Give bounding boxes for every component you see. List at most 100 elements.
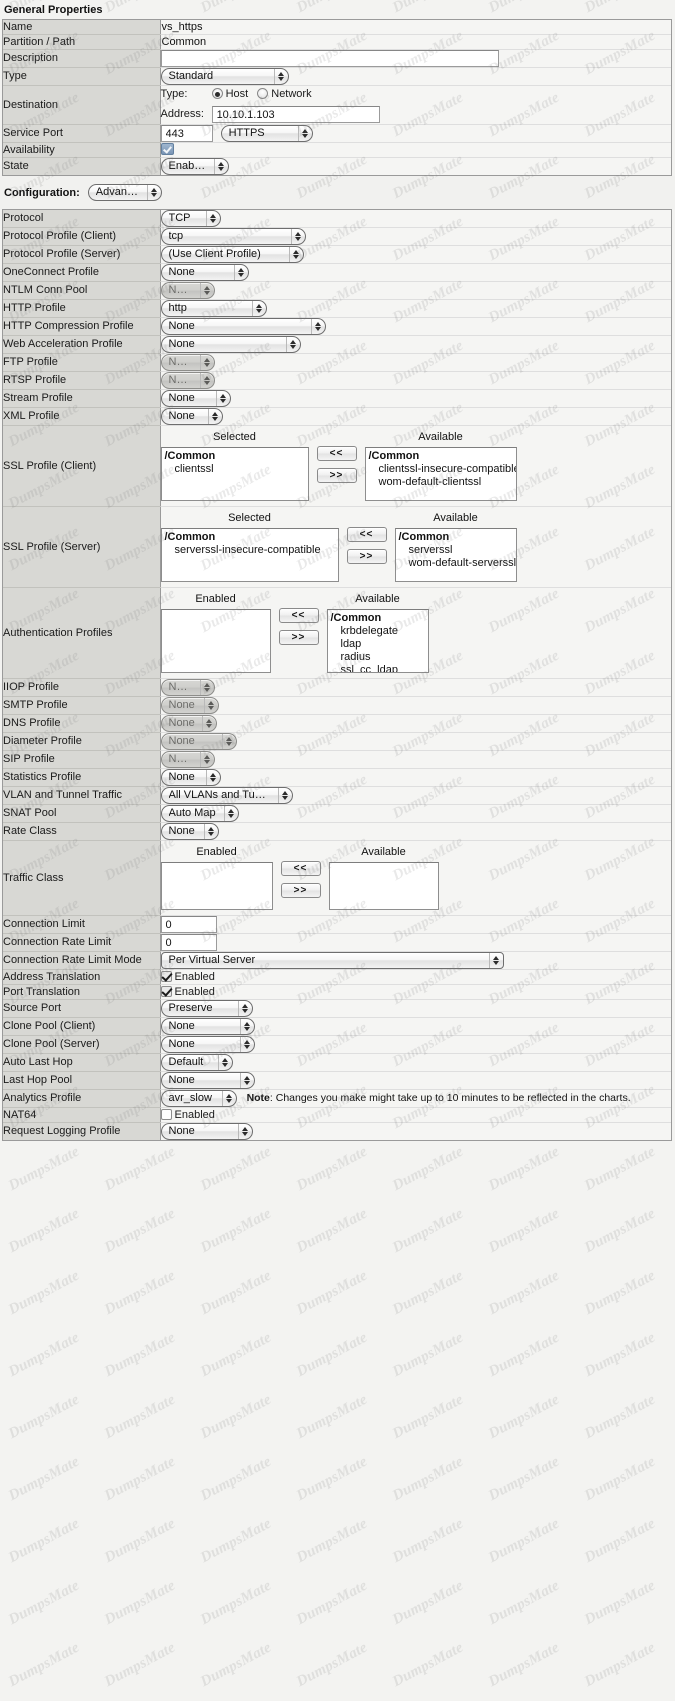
list-item[interactable]: wom-default-clientssl	[369, 476, 513, 489]
destination-host-radio[interactable]	[211, 88, 223, 99]
list-item[interactable]: wom-default-serverssl	[399, 557, 516, 570]
ssl-server-move-left-button[interactable]: <<	[346, 527, 387, 542]
connection-rate-limit-mode-select[interactable]: Per Virtual Server	[160, 952, 504, 969]
ssl-server-available-listbox[interactable]: /Common serverssl wom-default-serverssl	[394, 528, 517, 582]
row-ntlm-conn-pool: NTLM Conn Pool None	[3, 281, 671, 300]
row-connection-limit: Connection Limit	[3, 915, 671, 934]
watermark-text: DumpsMate	[6, 1577, 83, 1629]
label-port-translation: Port Translation	[3, 984, 161, 1000]
vlan-tunnel-traffic-select[interactable]: All VLANs and Tunnels	[160, 787, 293, 804]
list-item[interactable]: clientssl	[165, 463, 305, 476]
destination-address-input[interactable]	[211, 106, 380, 123]
list-item[interactable]: ldap	[331, 638, 425, 651]
watermark-text: DumpsMate	[486, 1453, 563, 1505]
configuration-label: Configuration:	[4, 186, 80, 199]
row-snat-pool: SNAT Pool Auto Map	[3, 804, 671, 823]
label-type: Type	[3, 67, 161, 86]
oneconnect-profile-select[interactable]: None	[160, 264, 249, 281]
ssl-client-transfer-buttons: << >>	[309, 430, 365, 483]
address-translation-checkbox-label: Enabled	[174, 971, 215, 983]
web-acceleration-profile-value: None	[168, 338, 195, 350]
watermark-text: DumpsMate	[390, 1577, 467, 1629]
label-http-profile: HTTP Profile	[3, 299, 161, 318]
updown-arrows-icon	[215, 391, 229, 406]
description-input[interactable]	[160, 50, 499, 67]
list-item[interactable]: krbdelegate	[331, 625, 425, 638]
protocol-profile-server-select[interactable]: (Use Client Profile)	[160, 246, 304, 263]
traffic-class-enabled-listbox[interactable]	[160, 862, 273, 910]
updown-arrows-icon	[233, 265, 247, 280]
ssl-server-selected-listbox[interactable]: /Common serverssl-insecure-compatible	[160, 528, 339, 582]
auth-profiles-available-listbox[interactable]: /Common krbdelegate ldap radius ssl_cc_l…	[326, 609, 429, 673]
traffic-class-move-right-button[interactable]: >>	[280, 883, 321, 898]
statistics-profile-select[interactable]: None	[160, 769, 221, 786]
list-item[interactable]: clientssl-insecure-compatible	[369, 463, 516, 476]
row-address-translation: Address Translation Enabled	[3, 969, 671, 985]
ssl-client-move-left-button[interactable]: <<	[316, 446, 357, 461]
label-protocol: Protocol	[3, 210, 161, 228]
auth-profiles-move-right-button[interactable]: >>	[278, 630, 319, 645]
ftp-profile-value: None	[168, 356, 195, 368]
auth-profiles-move-left-button[interactable]: <<	[278, 608, 319, 623]
protocol-profile-client-select[interactable]: tcp	[160, 228, 306, 245]
source-port-select[interactable]: Preserve	[160, 1000, 253, 1017]
last-hop-pool-value: None	[168, 1074, 195, 1086]
watermark-text: DumpsMate	[390, 1515, 467, 1567]
list-item[interactable]: radius	[331, 651, 425, 664]
traffic-class-move-left-button[interactable]: <<	[280, 861, 321, 876]
watermark-text: DumpsMate	[102, 1205, 179, 1257]
address-translation-checkbox[interactable]	[160, 971, 172, 982]
last-hop-pool-select[interactable]: None	[160, 1072, 255, 1089]
nat64-checkbox[interactable]	[160, 1109, 172, 1120]
clone-pool-server-select[interactable]: None	[160, 1036, 255, 1053]
row-http-compression-profile: HTTP Compression Profile None	[3, 317, 671, 336]
updown-arrows-icon	[199, 355, 213, 370]
watermark-text: DumpsMate	[6, 1205, 83, 1257]
connection-rate-limit-input[interactable]	[160, 934, 217, 951]
ssl-server-move-right-button[interactable]: >>	[346, 549, 387, 564]
oneconnect-profile-value: None	[168, 266, 195, 278]
auto-last-hop-select[interactable]: Default	[160, 1054, 233, 1071]
xml-profile-select[interactable]: None	[160, 408, 223, 425]
label-ssl-profile-server: SSL Profile (Server)	[3, 506, 161, 588]
auth-profiles-enabled-listbox[interactable]	[160, 609, 271, 673]
stream-profile-value: None	[168, 392, 195, 404]
snat-pool-select[interactable]: Auto Map	[160, 805, 239, 822]
label-source-port: Source Port	[3, 999, 161, 1018]
clone-pool-client-select[interactable]: None	[160, 1018, 255, 1035]
ssl-client-available-listbox[interactable]: /Common clientssl-insecure-compatible wo…	[364, 447, 517, 501]
traffic-class-available-listbox[interactable]	[328, 862, 439, 910]
ssl-client-selected-listbox[interactable]: /Common clientssl	[160, 447, 309, 501]
row-partition: Partition / Path Common	[3, 34, 671, 50]
destination-network-radio[interactable]	[257, 88, 269, 99]
port-translation-checkbox[interactable]	[160, 986, 172, 997]
service-port-protocol-select[interactable]: HTTPS	[220, 125, 313, 142]
service-port-input[interactable]	[160, 125, 213, 142]
list-item[interactable]: serverssl	[399, 544, 513, 557]
request-logging-profile-value: None	[168, 1125, 195, 1137]
analytics-profile-select[interactable]: avr_slow	[160, 1090, 237, 1107]
state-select[interactable]: Enabled	[160, 158, 229, 175]
type-select[interactable]: Standard	[160, 68, 289, 85]
configuration-level-select[interactable]: Advanced	[87, 184, 162, 201]
connection-limit-input[interactable]	[160, 916, 217, 933]
label-dns-profile: DNS Profile	[3, 714, 161, 733]
traffic-class-dual-list: Enabled << >> Available	[160, 841, 672, 915]
list-item[interactable]: serverssl-insecure-compatible	[165, 544, 335, 557]
label-rate-class: Rate Class	[3, 822, 161, 841]
ssl-client-move-right-button[interactable]: >>	[316, 468, 357, 483]
ssl-client-available-column: Available /Common clientssl-insecure-com…	[364, 430, 517, 501]
web-acceleration-profile-select[interactable]: None	[160, 336, 301, 353]
stream-profile-select[interactable]: None	[160, 390, 231, 407]
http-profile-select[interactable]: http	[160, 300, 267, 317]
row-name: Name vs_https	[3, 20, 671, 35]
watermark-text: DumpsMate	[486, 1329, 563, 1381]
rate-class-select[interactable]: None	[160, 823, 219, 840]
protocol-select[interactable]: TCP	[160, 210, 221, 227]
list-item[interactable]: ssl_cc_ldap	[331, 664, 425, 672]
http-compression-profile-select[interactable]: None	[160, 318, 326, 335]
watermark-text: DumpsMate	[582, 1143, 659, 1195]
label-nat64: NAT64	[3, 1107, 161, 1123]
smtp-profile-select: None	[160, 697, 219, 714]
request-logging-profile-select[interactable]: None	[160, 1123, 253, 1140]
